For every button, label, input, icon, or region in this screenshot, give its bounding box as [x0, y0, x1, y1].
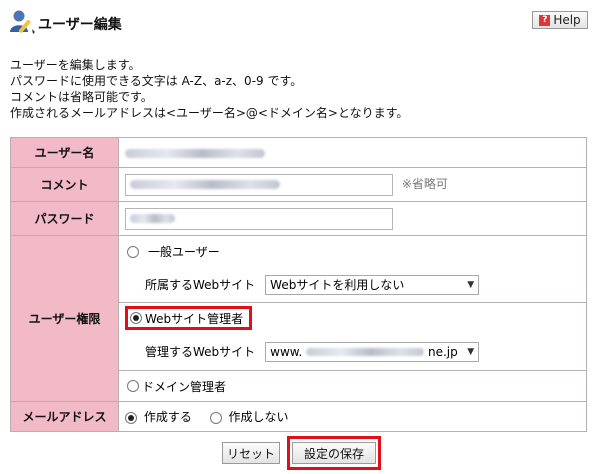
help-icon: ?: [539, 14, 551, 26]
affiliated-site-select[interactable]: Webサイトを利用しない ▼: [265, 274, 480, 295]
site-admin-radio[interactable]: [130, 312, 142, 324]
password-value-redacted: [130, 214, 175, 223]
role-domain-admin-row: ドメイン管理者: [119, 371, 586, 401]
mail-create-label: 作成する: [143, 410, 192, 424]
mail-no-create-radio[interactable]: [209, 411, 222, 424]
general-user-radio[interactable]: [127, 245, 139, 258]
intro-line: コメントは省略可能です。: [10, 90, 153, 104]
mail-cell: 作成する 作成しない: [118, 401, 587, 432]
general-user-label: 一般ユーザー: [148, 245, 220, 259]
user-form-table: ユーザー名 コメント ※省略可 パスワード ユーザー権限 一般ユーザー 所属する…: [10, 137, 587, 432]
managed-site-value: www. ne.jp: [270, 345, 458, 359]
affiliated-site-value: Webサイトを利用しない: [270, 278, 405, 292]
role-label: ユーザー権限: [10, 235, 119, 402]
user-edit-icon: [8, 8, 36, 36]
intro-line: パスワードに使用できる文字は A-Z、a-z、0-9 です。: [10, 74, 303, 88]
chevron-down-icon: ▼: [467, 346, 475, 357]
comment-label: コメント: [10, 167, 119, 202]
affiliated-site-label: 所属するWebサイト: [145, 278, 256, 292]
username-label: ユーザー名: [10, 137, 119, 168]
domain-admin-radio[interactable]: [127, 380, 139, 392]
intro-line: ユーザーを編集します。: [10, 58, 141, 72]
comment-value-redacted: [130, 180, 280, 189]
domain-admin-label: ドメイン管理者: [142, 379, 227, 394]
comment-optional-note: ※省略可: [401, 177, 448, 191]
page-header: ユーザー編集 ? Help: [8, 8, 588, 36]
password-label: パスワード: [10, 201, 119, 236]
mail-no-create-label: 作成しない: [228, 410, 289, 424]
role-general-row: 一般ユーザー: [119, 236, 586, 267]
managed-site-redacted: [306, 348, 425, 356]
mail-label: メールアドレス: [10, 401, 119, 432]
username-cell: [118, 137, 587, 168]
comment-input[interactable]: [125, 173, 393, 196]
password-cell: [118, 201, 587, 236]
affiliated-site-row: 所属するWebサイト Webサイトを利用しない ▼: [119, 267, 586, 303]
intro-line: 作成されるメールアドレスは<ユーザー名>@<ドメイン名>となります。: [10, 106, 409, 120]
chevron-down-icon: ▼: [467, 279, 475, 290]
help-button[interactable]: ? Help: [532, 11, 588, 29]
managed-site-row: 管理するWebサイト www. ne.jp ▼: [119, 333, 586, 371]
managed-site-label: 管理するWebサイト: [145, 345, 256, 359]
reset-button[interactable]: リセット: [222, 442, 280, 464]
site-admin-highlight: Webサイト管理者: [125, 306, 253, 330]
managed-site-suffix: ne.jp: [427, 344, 458, 359]
password-input[interactable]: [125, 207, 393, 230]
site-admin-label: Webサイト管理者: [145, 311, 244, 326]
comment-cell: ※省略可: [118, 167, 587, 202]
page-title: ユーザー編集: [38, 17, 122, 33]
username-value-redacted: [125, 148, 265, 158]
role-cell: 一般ユーザー 所属するWebサイト Webサイトを利用しない ▼ Webサイト管…: [118, 235, 587, 402]
managed-site-prefix: www.: [270, 344, 303, 359]
intro-text: ユーザーを編集します。 パスワードに使用できる文字は A-Z、a-z、0-9 で…: [10, 57, 570, 121]
managed-site-select[interactable]: www. ne.jp ▼: [265, 341, 480, 362]
help-label: Help: [553, 13, 581, 27]
save-button[interactable]: 設定の保存: [292, 442, 376, 464]
role-site-admin-row: Webサイト管理者: [119, 303, 586, 333]
mail-create-radio[interactable]: [125, 411, 137, 424]
